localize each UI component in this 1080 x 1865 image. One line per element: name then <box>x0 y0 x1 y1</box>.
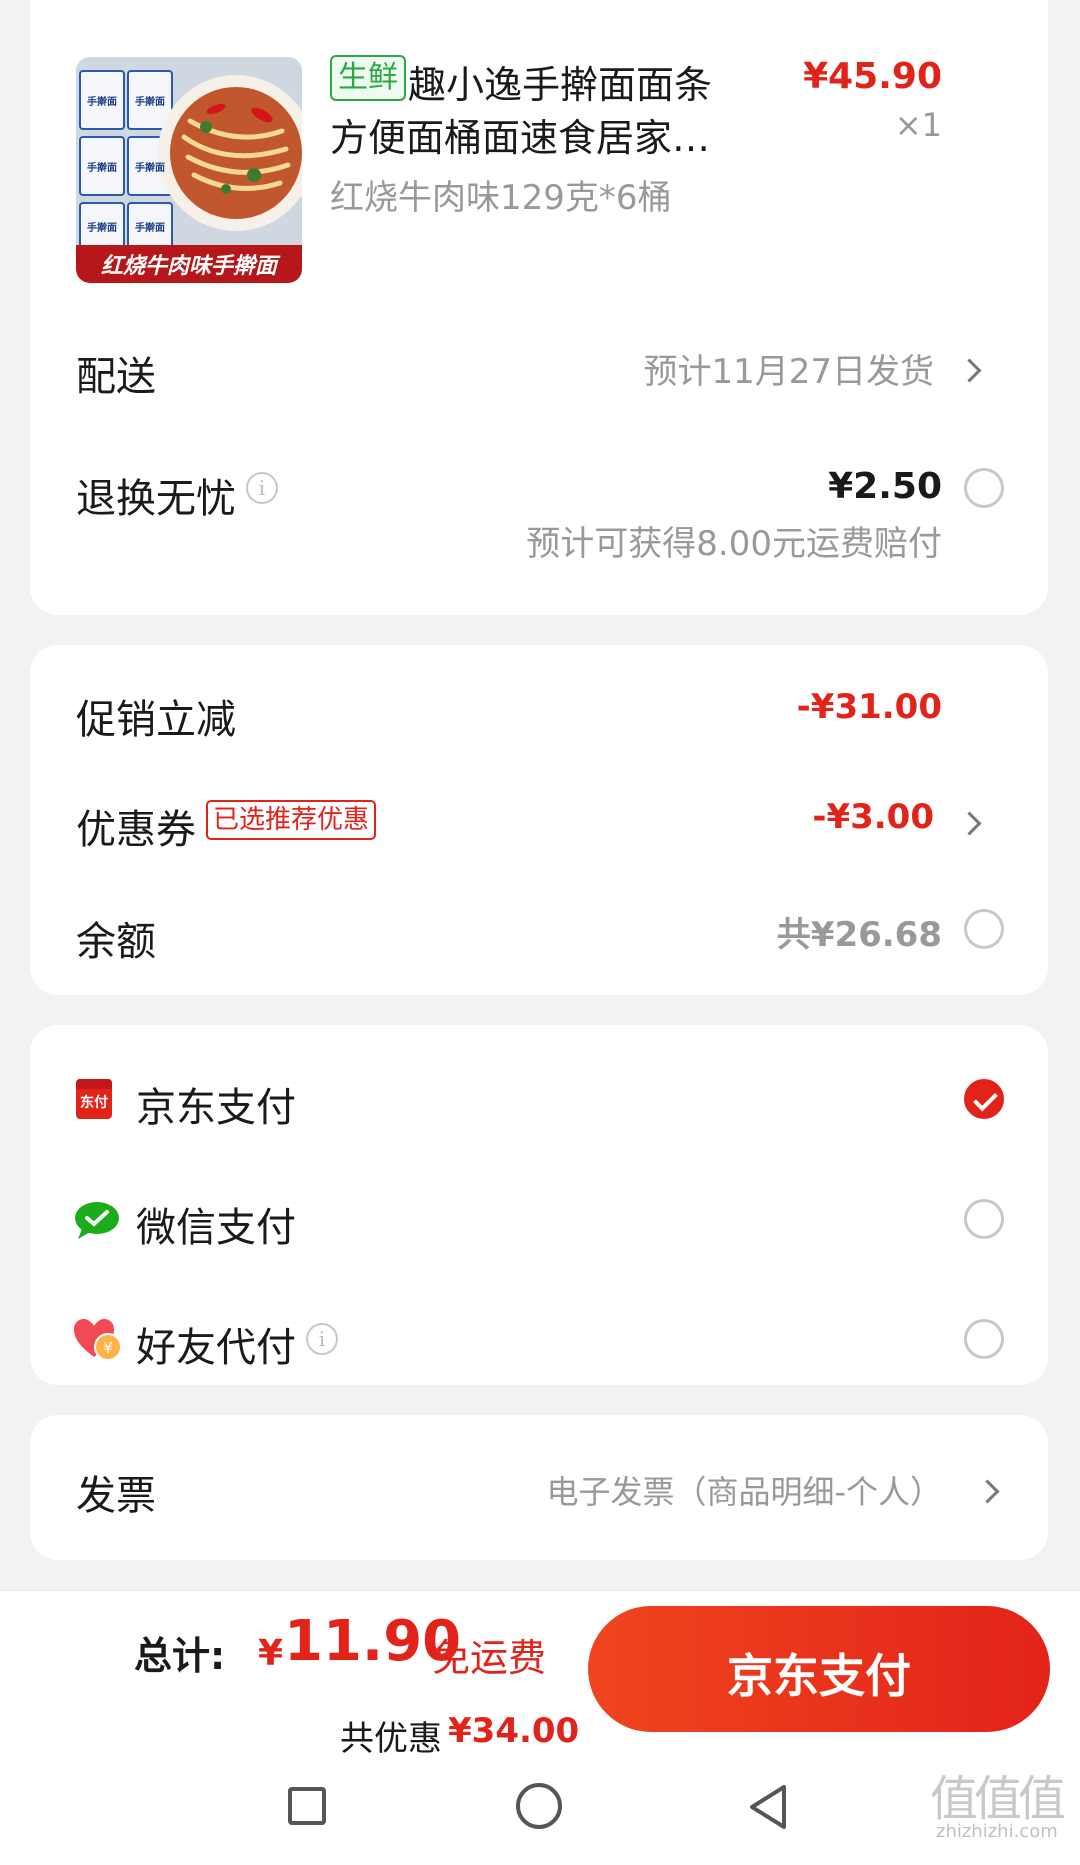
saved-label: 共优惠 <box>340 1719 442 1759</box>
product-image[interactable]: 红烧牛肉味手擀面 手擀面 手擀面 手擀面 手擀面 手擀面 手擀面 <box>76 57 302 283</box>
product-quantity: ×1 <box>894 106 942 144</box>
package-label: 手擀面 <box>87 97 117 108</box>
promo-label: 促销立减 <box>76 697 236 743</box>
coupon-row[interactable]: -¥3.00 <box>630 785 1030 855</box>
balance-value: 共¥26.68 <box>776 915 942 955</box>
recent-apps-key[interactable] <box>288 1787 326 1825</box>
saved-value: ¥34.00 <box>448 1711 580 1751</box>
coupon-label: 优惠券 <box>76 807 196 853</box>
return-insurance-label: 退换无忧 <box>76 476 236 522</box>
package-label: 手擀面 <box>135 163 165 174</box>
return-insurance-price: ¥2.50 <box>828 466 942 507</box>
coupon-badge: 已选推荐优惠 <box>206 800 377 840</box>
package-label: 手擀面 <box>87 223 117 234</box>
product-spec: 红烧牛肉味129克*6桶 <box>330 178 672 218</box>
payment-option-wechat[interactable]: 微信支付 <box>30 1175 1048 1265</box>
image-tag-label: 红烧牛肉味手擀面 <box>100 254 277 279</box>
friend-pay-icon: ¥ <box>74 1319 122 1361</box>
balance-radio[interactable] <box>964 909 1004 949</box>
order-card: 红烧牛肉味手擀面 手擀面 手擀面 手擀面 手擀面 手擀面 手擀面 生鲜 趣小逸手… <box>30 0 1048 615</box>
invoice-card[interactable]: 发票 电子发票（商品明细-个人） <box>30 1415 1048 1560</box>
promo-value: -¥31.00 <box>796 687 942 727</box>
fresh-badge: 生鲜 <box>330 55 406 101</box>
package-label: 手擀面 <box>135 223 165 234</box>
wechat-icon <box>75 1202 119 1239</box>
payment-label-friend: 好友代付 <box>136 1325 296 1371</box>
delivery-label: 配送 <box>76 354 156 400</box>
invoice-label: 发票 <box>76 1473 156 1519</box>
payment-label-wechat: 微信支付 <box>136 1205 296 1251</box>
info-icon[interactable]: i <box>306 1323 338 1355</box>
payment-radio-wechat[interactable] <box>964 1199 1004 1239</box>
payment-radio-friend[interactable] <box>964 1319 1004 1359</box>
coupon-value: -¥3.00 <box>812 797 934 837</box>
payment-card: 东付 京东支付 微信支付 ¥ 好友代付 i <box>30 1025 1048 1385</box>
checkout-bar: 总计: ¥ 11.90 免运费 共优惠 ¥34.00 京东支付 值值值 zhiz… <box>0 1590 1080 1865</box>
chevron-right-icon <box>957 811 982 836</box>
jd-pay-icon: 东付 <box>76 1079 112 1119</box>
pay-button[interactable]: 京东支付 <box>588 1606 1050 1732</box>
product-title-line1[interactable]: 趣小逸手擀面面条 <box>408 54 712 109</box>
shipping-free: 免运费 <box>432 1636 547 1680</box>
chevron-right-icon <box>975 1479 1000 1504</box>
package-label: 手擀面 <box>87 163 117 174</box>
return-insurance-note: 预计可获得8.00元运费赔付 <box>526 524 942 564</box>
total-currency: ¥ <box>258 1633 284 1674</box>
return-insurance-radio[interactable] <box>964 468 1004 508</box>
back-key[interactable] <box>746 1783 788 1831</box>
payment-radio-jd[interactable] <box>964 1079 1004 1119</box>
chevron-right-icon <box>957 358 982 383</box>
delivery-value: 预计11月27日发货 <box>643 352 934 392</box>
total-label: 总计: <box>134 1634 226 1678</box>
package-label: 手擀面 <box>135 97 165 108</box>
watermark-site: zhizhizhi.com <box>936 1821 1058 1842</box>
balance-label: 余额 <box>76 919 156 965</box>
svg-text:¥: ¥ <box>103 1339 113 1357</box>
watermark: 值值值 <box>930 1771 1066 1827</box>
payment-option-friend[interactable]: ¥ 好友代付 i <box>30 1295 1048 1385</box>
jd-pay-icon-text: 东付 <box>80 1095 108 1111</box>
payment-option-jd[interactable]: 东付 京东支付 <box>30 1055 1048 1145</box>
home-key[interactable] <box>516 1783 562 1829</box>
discount-card: 促销立减 -¥31.00 优惠券 已选推荐优惠 -¥3.00 余额 共¥26.6… <box>30 645 1048 995</box>
pay-button-label: 京东支付 <box>727 1649 911 1703</box>
payment-label-jd: 京东支付 <box>136 1085 296 1131</box>
product-title-line2[interactable]: 方便面桶面速食居家… <box>330 107 710 162</box>
product-price: ¥45.90 <box>803 56 942 97</box>
delivery-row[interactable]: 预计11月27日发货 <box>630 336 1030 406</box>
info-icon[interactable]: i <box>246 472 278 504</box>
invoice-value: 电子发票（商品明细-个人） <box>546 1473 942 1511</box>
